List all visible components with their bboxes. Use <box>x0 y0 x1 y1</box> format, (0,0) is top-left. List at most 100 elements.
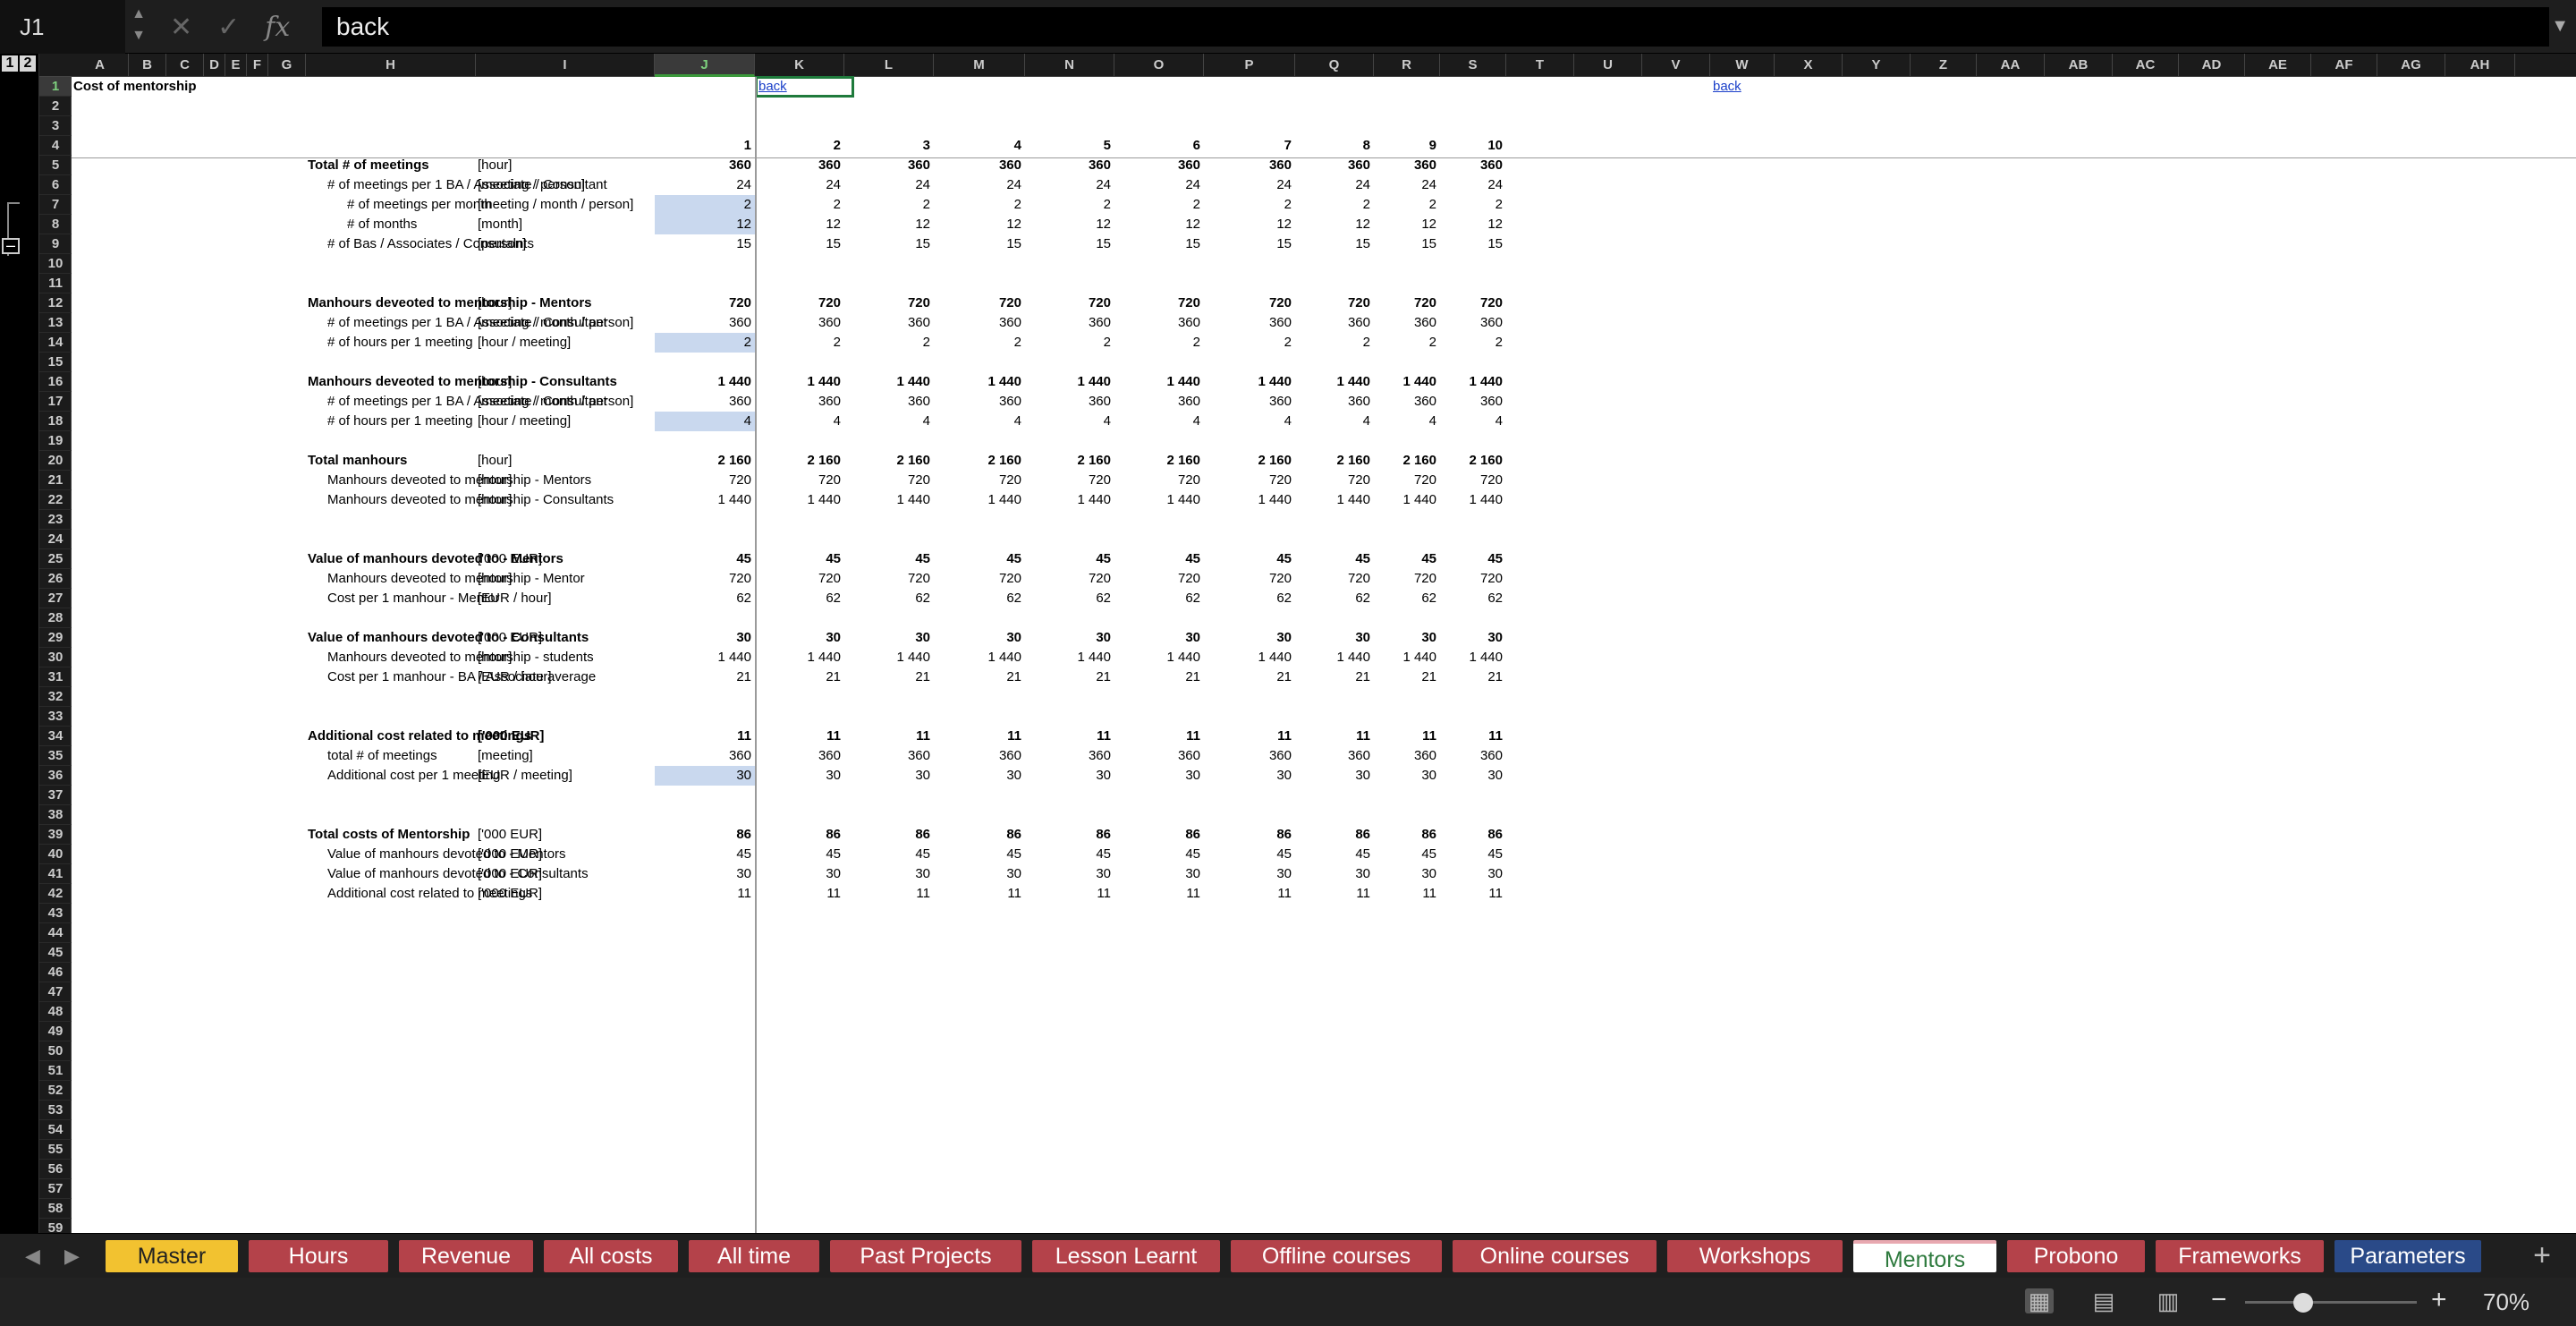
value-cell[interactable]: 11 <box>844 884 934 904</box>
value-cell[interactable]: 1 440 <box>934 648 1025 667</box>
value-cell[interactable]: 11 <box>755 727 844 746</box>
value-cell[interactable]: 720 <box>1114 293 1204 313</box>
row-header-14[interactable]: 14 <box>39 333 72 353</box>
value-cell[interactable]: 2 <box>1295 333 1374 353</box>
value-cell[interactable]: 21 <box>655 667 755 687</box>
value-cell[interactable]: 24 <box>1295 175 1374 195</box>
value-cell[interactable]: 2 <box>1114 333 1204 353</box>
value-cell[interactable]: 11 <box>755 884 844 904</box>
value-cell[interactable]: 360 <box>755 392 844 412</box>
row-header-43[interactable]: 43 <box>39 904 72 923</box>
value-cell[interactable]: 24 <box>655 175 755 195</box>
row-header-38[interactable]: 38 <box>39 805 72 825</box>
value-cell[interactable]: 11 <box>934 884 1025 904</box>
value-cell[interactable]: 11 <box>655 884 755 904</box>
value-cell[interactable]: 2 <box>1204 195 1295 215</box>
tab-frameworks[interactable]: Frameworks <box>2156 1240 2324 1272</box>
column-header-f[interactable]: F <box>247 54 268 77</box>
value-cell[interactable]: 30 <box>934 766 1025 786</box>
value-cell[interactable]: 1 440 <box>1295 490 1374 510</box>
collapse-group-button[interactable]: – <box>2 237 20 254</box>
value-cell[interactable]: 30 <box>1114 864 1204 884</box>
value-cell[interactable]: 62 <box>1114 589 1204 608</box>
value-cell[interactable]: 360 <box>1114 392 1204 412</box>
value-cell[interactable]: 30 <box>1295 628 1374 648</box>
value-cell[interactable]: 360 <box>844 392 934 412</box>
value-cell[interactable]: 30 <box>1374 766 1440 786</box>
period-cell[interactable]: 3 <box>844 136 934 156</box>
value-cell[interactable]: 1 440 <box>655 372 755 392</box>
row-header-19[interactable]: 19 <box>39 431 72 451</box>
row-header-21[interactable]: 21 <box>39 471 72 490</box>
value-cell[interactable]: 360 <box>755 313 844 333</box>
value-cell[interactable]: 45 <box>755 549 844 569</box>
value-cell[interactable]: 30 <box>1204 864 1295 884</box>
value-cell[interactable]: 15 <box>1025 234 1114 254</box>
column-header-k[interactable]: K <box>755 54 844 77</box>
value-cell[interactable]: 30 <box>1025 766 1114 786</box>
row-header-41[interactable]: 41 <box>39 864 72 884</box>
value-cell[interactable]: 360 <box>1374 392 1440 412</box>
value-cell[interactable]: 21 <box>1440 667 1506 687</box>
row-header-15[interactable]: 15 <box>39 353 72 372</box>
cancel-icon[interactable]: ✕ <box>170 12 192 43</box>
value-cell[interactable]: 720 <box>1295 569 1374 589</box>
column-header-q[interactable]: Q <box>1295 54 1374 77</box>
name-box-stepper[interactable]: ▲ ▼ <box>125 0 152 54</box>
value-cell[interactable]: 30 <box>1374 628 1440 648</box>
row-header-57[interactable]: 57 <box>39 1179 72 1199</box>
row-header-34[interactable]: 34 <box>39 727 72 746</box>
value-cell[interactable]: 21 <box>1204 667 1295 687</box>
value-cell[interactable]: 2 160 <box>1374 451 1440 471</box>
value-cell[interactable]: 2 <box>844 195 934 215</box>
value-cell[interactable]: 360 <box>1025 746 1114 766</box>
value-cell[interactable]: 45 <box>1295 549 1374 569</box>
chevron-down-icon[interactable]: ▼ <box>2551 16 2569 37</box>
row-header-44[interactable]: 44 <box>39 923 72 943</box>
value-cell[interactable]: 360 <box>1374 746 1440 766</box>
value-cell[interactable]: 15 <box>1440 234 1506 254</box>
row-header-27[interactable]: 27 <box>39 589 72 608</box>
value-cell[interactable]: 2 <box>1374 195 1440 215</box>
row-header-42[interactable]: 42 <box>39 884 72 904</box>
value-cell[interactable]: 1 440 <box>1204 648 1295 667</box>
value-cell[interactable]: 45 <box>1440 845 1506 864</box>
row-header-16[interactable]: 16 <box>39 372 72 392</box>
value-cell[interactable]: 30 <box>934 628 1025 648</box>
value-cell[interactable]: 30 <box>655 766 755 786</box>
value-cell[interactable]: 2 <box>755 333 844 353</box>
column-header-u[interactable]: U <box>1574 54 1642 77</box>
value-cell[interactable]: 2 160 <box>1295 451 1374 471</box>
value-cell[interactable]: 2 <box>934 195 1025 215</box>
page-layout-icon[interactable]: ▤ <box>2089 1288 2118 1313</box>
column-header-t[interactable]: T <box>1506 54 1574 77</box>
column-header-ag[interactable]: AG <box>2377 54 2445 77</box>
value-cell[interactable]: 360 <box>844 156 934 175</box>
value-cell[interactable]: 4 <box>1114 412 1204 431</box>
value-cell[interactable]: 360 <box>844 313 934 333</box>
value-cell[interactable]: 12 <box>1440 215 1506 234</box>
value-cell[interactable]: 360 <box>1295 156 1374 175</box>
zoom-level[interactable]: 70% <box>2483 1288 2529 1316</box>
value-cell[interactable]: 24 <box>1025 175 1114 195</box>
value-cell[interactable]: 720 <box>1204 293 1295 313</box>
outline-level-1-button[interactable]: 1 <box>2 55 18 72</box>
value-cell[interactable]: 45 <box>1025 845 1114 864</box>
value-cell[interactable]: 360 <box>1440 156 1506 175</box>
row-header-23[interactable]: 23 <box>39 510 72 530</box>
value-cell[interactable]: 45 <box>1374 845 1440 864</box>
value-cell[interactable]: 360 <box>1025 313 1114 333</box>
value-cell[interactable]: 1 440 <box>1204 372 1295 392</box>
value-cell[interactable]: 30 <box>1374 864 1440 884</box>
value-cell[interactable]: 360 <box>655 313 755 333</box>
tab-online-courses[interactable]: Online courses <box>1453 1240 1657 1272</box>
value-cell[interactable]: 720 <box>1440 569 1506 589</box>
value-cell[interactable]: 720 <box>1374 471 1440 490</box>
value-cell[interactable]: 360 <box>1374 156 1440 175</box>
row-header-59[interactable]: 59 <box>39 1219 72 1233</box>
value-cell[interactable]: 62 <box>1204 589 1295 608</box>
value-cell[interactable]: 30 <box>1025 628 1114 648</box>
value-cell[interactable]: 62 <box>1440 589 1506 608</box>
value-cell[interactable]: 86 <box>934 825 1025 845</box>
value-cell[interactable]: 720 <box>655 293 755 313</box>
